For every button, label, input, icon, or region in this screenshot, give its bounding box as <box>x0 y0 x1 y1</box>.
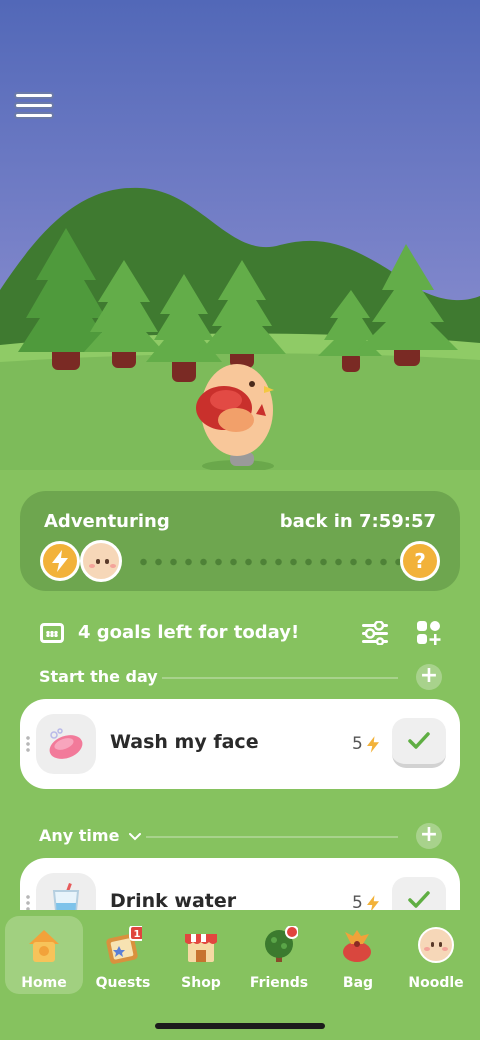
menu-line <box>14 112 54 119</box>
menu-line <box>14 102 54 109</box>
goal-points: 5 <box>352 734 363 754</box>
tab-home[interactable]: Home <box>5 916 83 994</box>
tab-label: Bag <box>342 975 374 991</box>
chevron-down-icon <box>129 832 142 840</box>
menu-button[interactable] <box>14 92 54 122</box>
drag-handle-icon[interactable] <box>26 735 30 753</box>
forest-scene <box>0 0 480 500</box>
tab-bag[interactable]: Bag <box>319 916 397 994</box>
add-goal-button[interactable]: + <box>416 664 442 690</box>
forest-illustration <box>0 0 480 500</box>
goals-header: 4 goals left for today! <box>38 618 448 648</box>
menu-line <box>14 92 54 99</box>
goals-summary: 4 goals left for today! <box>78 622 300 643</box>
friends-tree-icon <box>265 926 298 962</box>
tab-label: Home <box>21 975 67 991</box>
tab-label: Friends <box>249 975 309 991</box>
progress-dots <box>136 558 400 566</box>
adventure-card[interactable]: Adventuring back in 7:59:57 ? <box>20 491 460 591</box>
section-divider <box>146 836 398 838</box>
section-label-any-time[interactable]: Any time <box>39 826 142 845</box>
quests-badge: 1 <box>134 929 141 940</box>
checkmark-icon <box>408 891 430 908</box>
energy-bolt-icon <box>40 541 80 581</box>
energy-bolt-icon <box>367 736 379 753</box>
tab-shop[interactable]: Shop <box>162 916 240 994</box>
bag-icon <box>343 930 371 962</box>
calendar-icon <box>40 623 64 643</box>
add-goal-button[interactable]: + <box>416 823 442 849</box>
goal-card-wash-face[interactable]: Wash my face 5 <box>20 699 460 789</box>
quests-icon: 1 <box>106 926 142 964</box>
adventure-title: Adventuring <box>44 511 170 532</box>
complete-goal-button[interactable] <box>392 718 446 768</box>
section-label-text: Any time <box>39 826 120 845</box>
tab-quests[interactable]: 1 Quests <box>84 916 162 994</box>
noodle-avatar-icon <box>80 540 122 582</box>
checkmark-icon <box>408 732 430 749</box>
adventure-timer: back in 7:59:57 <box>279 511 436 532</box>
goal-title: Wash my face <box>110 731 259 753</box>
tab-friends[interactable]: Friends <box>240 916 318 994</box>
shop-icon <box>185 934 217 962</box>
filter-sliders-icon[interactable] <box>362 620 388 646</box>
add-widget-grid-icon[interactable] <box>417 621 441 645</box>
bottom-tab-bar: Home 1 Quests Shop Friends Bag Noodle <box>0 910 480 1040</box>
home-indicator[interactable] <box>155 1023 325 1029</box>
noodle-face-icon <box>418 927 454 963</box>
section-label-start-the-day: Start the day <box>39 667 158 686</box>
tab-label: Shop <box>181 975 221 991</box>
tab-label: Noodle <box>408 975 464 991</box>
question-mark-icon[interactable]: ? <box>400 541 440 581</box>
section-divider <box>162 677 398 679</box>
tab-label: Quests <box>95 975 151 991</box>
home-icon <box>29 930 59 962</box>
goal-title: Drink water <box>110 890 237 912</box>
soap-icon <box>36 714 96 774</box>
tab-noodle[interactable]: Noodle <box>397 916 475 994</box>
